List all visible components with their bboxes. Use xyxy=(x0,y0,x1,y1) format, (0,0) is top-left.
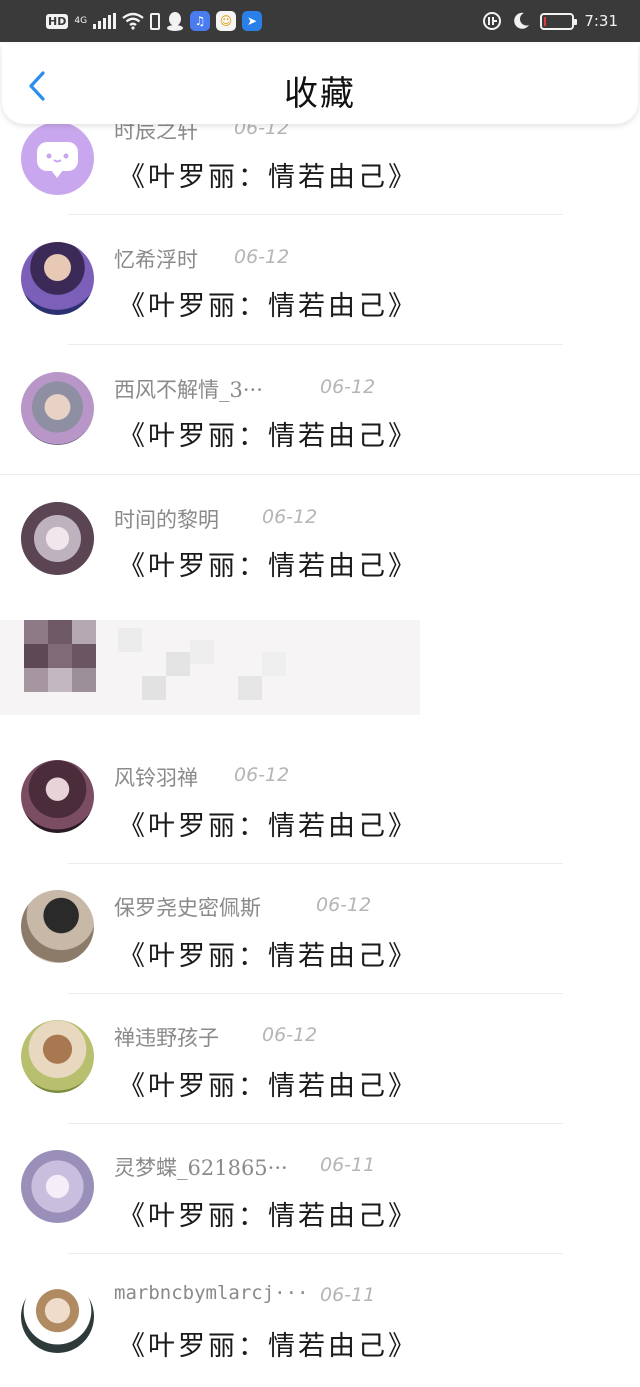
username[interactable]: 西风不解情_3··· xyxy=(114,374,263,404)
username[interactable]: 忆希浮时 xyxy=(114,244,198,274)
network-label: 4G xyxy=(74,15,88,26)
item-title[interactable]: 《叶罗丽：情若由己》 xyxy=(118,934,418,973)
redacted-list-item xyxy=(0,600,640,730)
list-item[interactable]: 保罗尧史密佩斯 06-12 《叶罗丽：情若由己》 xyxy=(0,865,640,995)
avatar[interactable] xyxy=(21,1280,94,1353)
avatar[interactable] xyxy=(21,1020,94,1093)
item-title[interactable]: 《叶罗丽：情若由己》 xyxy=(118,1324,418,1363)
date: 06-12 xyxy=(320,376,376,398)
qq-icon xyxy=(167,12,184,31)
username[interactable]: 时间的黎明 xyxy=(114,504,219,534)
item-title[interactable]: 《叶罗丽：情若由己》 xyxy=(118,544,418,583)
list-item[interactable]: 禅违野孩子 06-12 《叶罗丽：情若由己》 xyxy=(0,995,640,1125)
smiley-app-icon: ☺ xyxy=(216,11,237,31)
moon-icon xyxy=(514,12,530,29)
status-left: HD 4G ♫ ☺ ➤ xyxy=(46,9,263,33)
network-type: 4G xyxy=(74,15,88,26)
username[interactable]: marbncbymlarcj··· xyxy=(114,1282,308,1304)
date: 06-12 xyxy=(262,1024,318,1046)
item-title[interactable]: 《叶罗丽：情若由己》 xyxy=(118,155,418,194)
username[interactable]: 禅违野孩子 xyxy=(114,1022,219,1052)
avatar[interactable] xyxy=(21,122,94,195)
avatar[interactable] xyxy=(21,242,94,315)
item-title[interactable]: 《叶罗丽：情若由己》 xyxy=(118,414,418,453)
item-title[interactable]: 《叶罗丽：情若由己》 xyxy=(118,284,418,323)
username[interactable]: 保罗尧史密佩斯 xyxy=(114,892,261,922)
status-bar: HD 4G ♫ ☺ ➤ 7:31 xyxy=(0,0,640,42)
divider xyxy=(68,863,563,864)
list-item[interactable]: marbncbymlarcj··· 06-11 《叶罗丽：情若由己》 xyxy=(0,1255,640,1385)
avatar[interactable] xyxy=(21,1150,94,1223)
list-item[interactable]: 灵梦蝶_621865··· 06-11 《叶罗丽：情若由己》 xyxy=(0,1125,640,1255)
divider xyxy=(68,993,563,994)
divider xyxy=(68,1253,563,1254)
list-item[interactable]: 忆希浮时 06-12 《叶罗丽：情若由己》 xyxy=(0,215,640,345)
date: 06-12 xyxy=(262,506,318,528)
divider xyxy=(68,1123,563,1124)
page-title: 收藏 xyxy=(284,74,356,114)
battery-level xyxy=(544,16,547,26)
app-header: 收藏 xyxy=(2,44,638,124)
date: 06-12 xyxy=(316,894,372,916)
list-item[interactable]: 风铃羽禅 06-12 《叶罗丽：情若由己》 xyxy=(0,735,640,865)
chat-bubble-icon xyxy=(37,142,78,178)
username[interactable]: 风铃羽禅 xyxy=(114,762,198,792)
avatar[interactable] xyxy=(21,890,94,963)
status-right: 7:31 xyxy=(482,9,618,33)
item-title[interactable]: 《叶罗丽：情若由己》 xyxy=(118,1064,418,1103)
date: 06-12 xyxy=(234,246,290,268)
date: 06-11 xyxy=(320,1154,376,1176)
avatar[interactable] xyxy=(21,760,94,833)
avatar[interactable] xyxy=(21,502,94,575)
phone-icon xyxy=(150,12,161,30)
music-app-icon: ♫ xyxy=(190,11,211,31)
battery-icon xyxy=(540,12,578,30)
username[interactable]: 灵梦蝶_621865··· xyxy=(114,1152,288,1182)
map-app-icon: ➤ xyxy=(242,11,263,31)
item-title[interactable]: 《叶罗丽：情若由己》 xyxy=(118,804,418,843)
list-item[interactable]: 时间的黎明 06-12 《叶罗丽：情若由己》 xyxy=(0,475,640,605)
signal-icon xyxy=(93,13,117,29)
list-item[interactable]: 西风不解情_3··· 06-12 《叶罗丽：情若由己》 xyxy=(0,345,640,475)
data-saver-icon xyxy=(483,12,502,30)
wifi-icon xyxy=(122,12,144,30)
avatar[interactable] xyxy=(21,372,94,445)
date: 06-12 xyxy=(234,764,290,786)
pixelated-placeholder xyxy=(0,600,640,730)
item-title[interactable]: 《叶罗丽：情若由己》 xyxy=(118,1194,418,1233)
hd-badge: HD xyxy=(46,13,69,29)
clock: 7:31 xyxy=(584,12,618,30)
date: 06-11 xyxy=(320,1284,376,1306)
